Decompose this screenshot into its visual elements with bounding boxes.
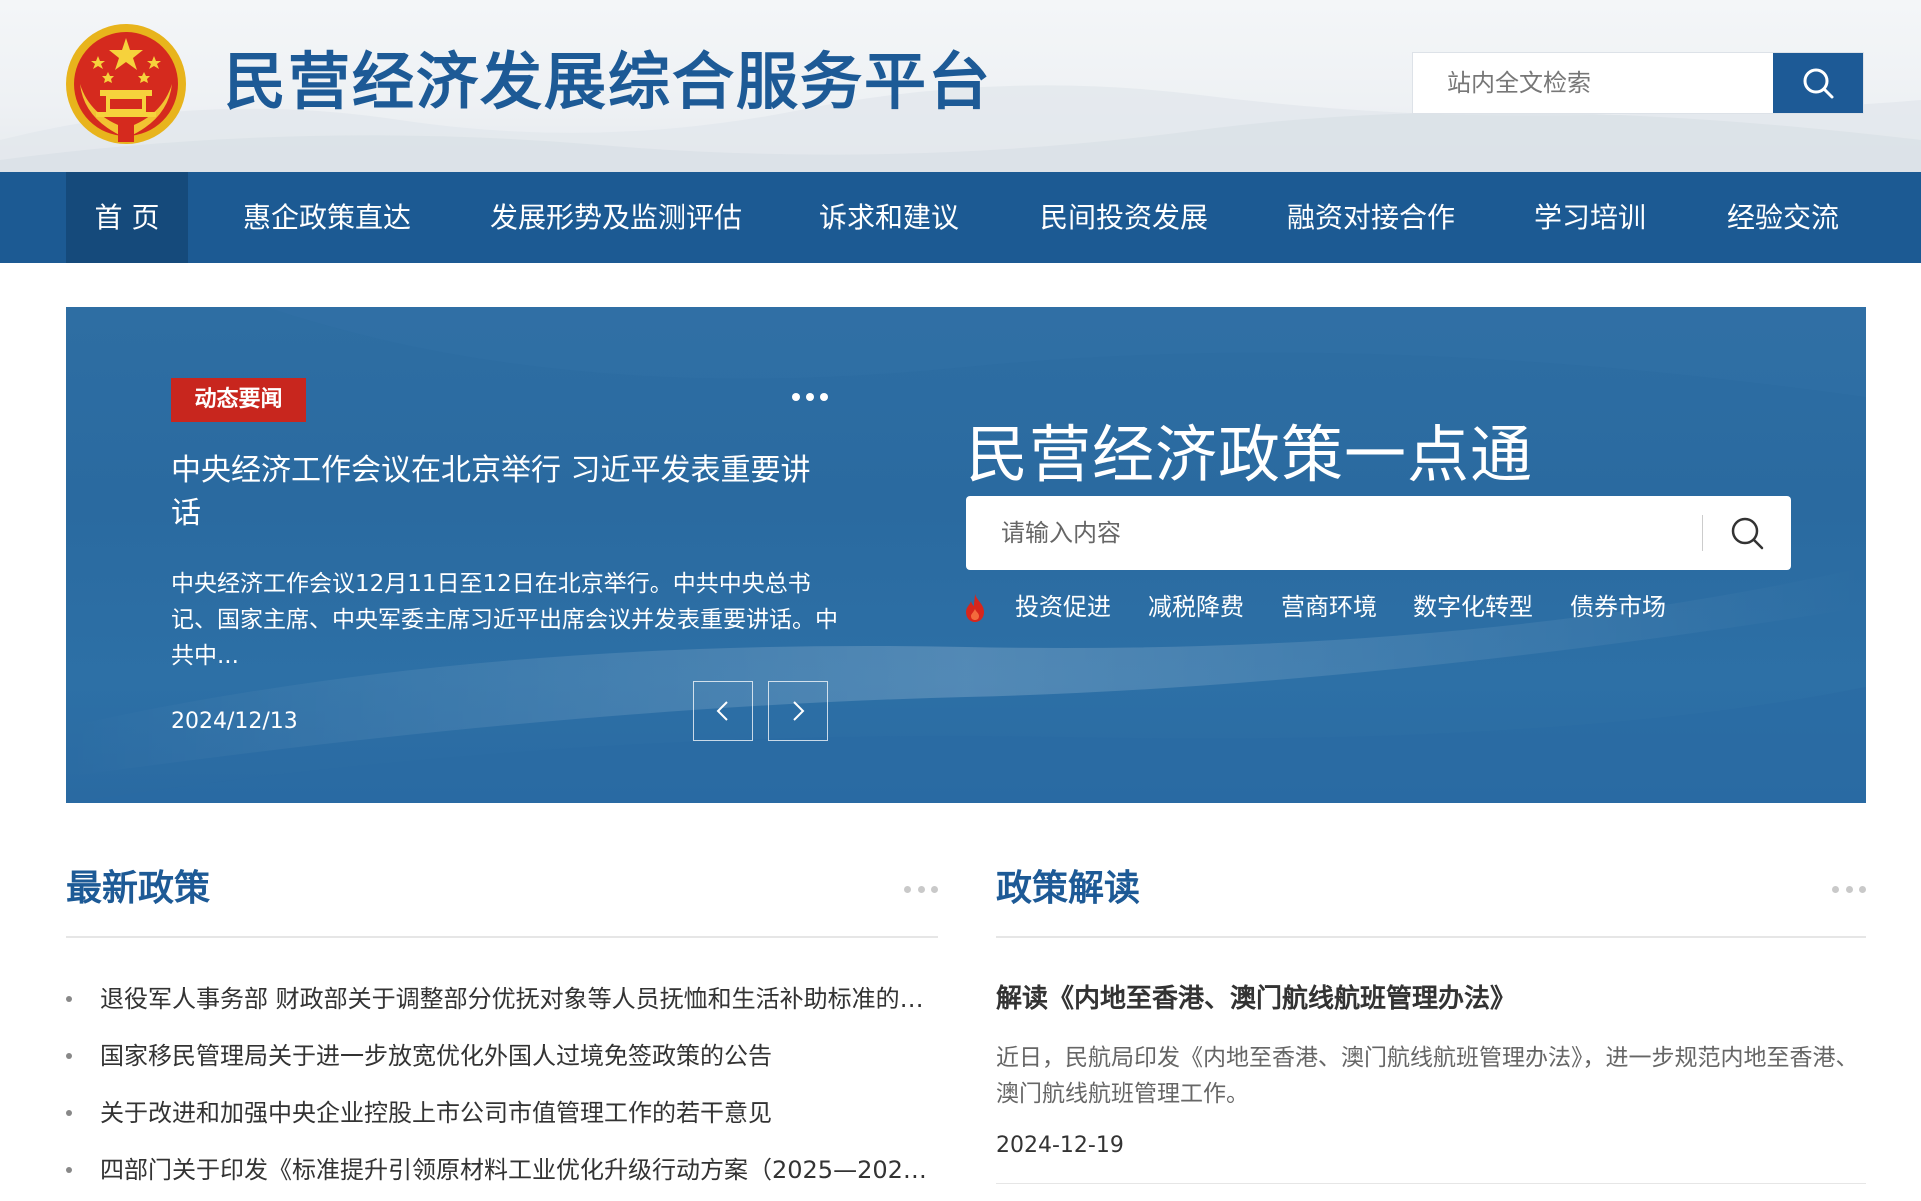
nav-item-exchange[interactable]: 经验交流 <box>1727 172 1839 263</box>
site-header: 民营经济发展综合服务平台 <box>0 0 1921 172</box>
site-search-button[interactable] <box>1773 53 1863 113</box>
more-dot <box>904 885 911 893</box>
policy-interpretation-more-button[interactable] <box>1832 884 1866 894</box>
policy-list-item[interactable]: 关于改进和加强中央企业控股上市公司市值管理工作的若干意见 <box>66 1090 938 1147</box>
news-category-tag: 动态要闻 <box>171 378 306 422</box>
interpretation-article-title[interactable]: 解读《内地至香港、澳门航线航班管理办法》 <box>996 976 1516 1022</box>
fire-icon <box>966 594 984 622</box>
news-more-button[interactable] <box>792 387 828 407</box>
more-dot <box>931 885 938 893</box>
section-divider <box>996 936 1866 938</box>
nav-item-appeals[interactable]: 诉求和建议 <box>819 172 959 263</box>
interpretation-article-summary: 近日，民航局印发《内地至香港、澳门航线航班管理办法》，进一步规范内地至香港、澳门… <box>996 1045 1859 1107</box>
news-headline[interactable]: 中央经济工作会议在北京举行 习近平发表重要讲话 <box>171 449 836 535</box>
section-divider <box>66 936 938 938</box>
hot-tag-tax-reduction[interactable]: 减税降费 <box>1148 591 1244 623</box>
article-divider <box>996 1183 1866 1184</box>
chevron-left-icon <box>716 701 728 721</box>
news-date: 2024/12/13 <box>171 709 298 734</box>
carousel-prev-button[interactable] <box>693 681 753 741</box>
list-bullet <box>66 1053 72 1059</box>
policy-search-input[interactable] <box>966 519 1702 547</box>
hero-banner: 动态要闻 中央经济工作会议在北京举行 习近平发表重要讲话 中央经济工作会议12月… <box>66 307 1866 803</box>
nav-item-private-investment[interactable]: 民间投资发展 <box>1040 172 1208 263</box>
latest-policies-list: 退役军人事务部 财政部关于调整部分优抚对象等人员抚恤和生活补助标准的通知 国家移… <box>66 976 938 1201</box>
more-dot <box>820 393 828 401</box>
carousel-next-button[interactable] <box>768 681 828 741</box>
list-bullet <box>66 996 72 1002</box>
hot-tag-business-environment[interactable]: 营商环境 <box>1281 591 1377 623</box>
national-emblem-icon <box>66 24 186 144</box>
search-icon <box>1803 68 1834 99</box>
more-dot <box>806 393 814 401</box>
chevron-right-icon <box>793 701 805 721</box>
nav-item-policies[interactable]: 惠企政策直达 <box>243 172 411 263</box>
site-search-input[interactable] <box>1413 53 1773 113</box>
more-dot <box>1845 885 1853 893</box>
policy-search-box <box>966 496 1791 570</box>
policy-item-title: 关于改进和加强中央企业控股上市公司市值管理工作的若干意见 <box>100 1099 772 1127</box>
hot-tag-digital-transformation[interactable]: 数字化转型 <box>1413 591 1533 623</box>
news-summary: 中央经济工作会议12月11日至12日在北京举行。中共中央总书记、国家主席、中央军… <box>171 571 838 669</box>
nav-item-financing[interactable]: 融资对接合作 <box>1287 172 1455 263</box>
nav-item-home[interactable]: 首 页 <box>66 172 188 263</box>
policy-search-button[interactable] <box>1703 496 1791 570</box>
hot-tag-investment[interactable]: 投资促进 <box>1015 591 1111 623</box>
policy-item-title: 国家移民管理局关于进一步放宽优化外国人过境免签政策的公告 <box>100 1042 772 1070</box>
list-bullet <box>66 1110 72 1116</box>
search-icon <box>1731 517 1764 550</box>
nav-item-monitoring[interactable]: 发展形势及监测评估 <box>490 172 742 263</box>
site-search-box <box>1412 52 1864 114</box>
policy-list-item[interactable]: 国家移民管理局关于进一步放宽优化外国人过境免签政策的公告 <box>66 1033 938 1090</box>
policy-search-headline: 民营经济政策一点通 <box>966 418 1534 491</box>
policy-item-title: 退役军人事务部 财政部关于调整部分优抚对象等人员抚恤和生活补助标准的通知 <box>100 985 938 1013</box>
latest-policies-title: 最新政策 <box>66 868 211 909</box>
more-dot <box>792 393 800 401</box>
policy-list-item[interactable]: 退役军人事务部 财政部关于调整部分优抚对象等人员抚恤和生活补助标准的通知 <box>66 976 938 1033</box>
policy-interpretation-title: 政策解读 <box>996 868 1141 909</box>
policy-item-title: 四部门关于印发《标准提升引领原材料工业优化升级行动方案（2025—2027年）》… <box>100 1156 938 1184</box>
more-dot <box>917 885 925 893</box>
interpretation-article-date: 2024-12-19 <box>996 1133 1124 1158</box>
site-title: 民营经济发展综合服务平台 <box>224 45 993 118</box>
policy-list-item[interactable]: 四部门关于印发《标准提升引领原材料工业优化升级行动方案（2025—2027年）》… <box>66 1147 938 1201</box>
more-dot <box>1859 885 1866 893</box>
nav-item-training[interactable]: 学习培训 <box>1534 172 1646 263</box>
latest-policies-more-button[interactable] <box>904 884 938 894</box>
list-bullet <box>66 1167 72 1173</box>
more-dot <box>1832 885 1839 893</box>
main-nav: 首 页 惠企政策直达 发展形势及监测评估 诉求和建议 民间投资发展 融资对接合作… <box>0 172 1921 263</box>
hot-tag-bond-market[interactable]: 债券市场 <box>1570 591 1666 623</box>
